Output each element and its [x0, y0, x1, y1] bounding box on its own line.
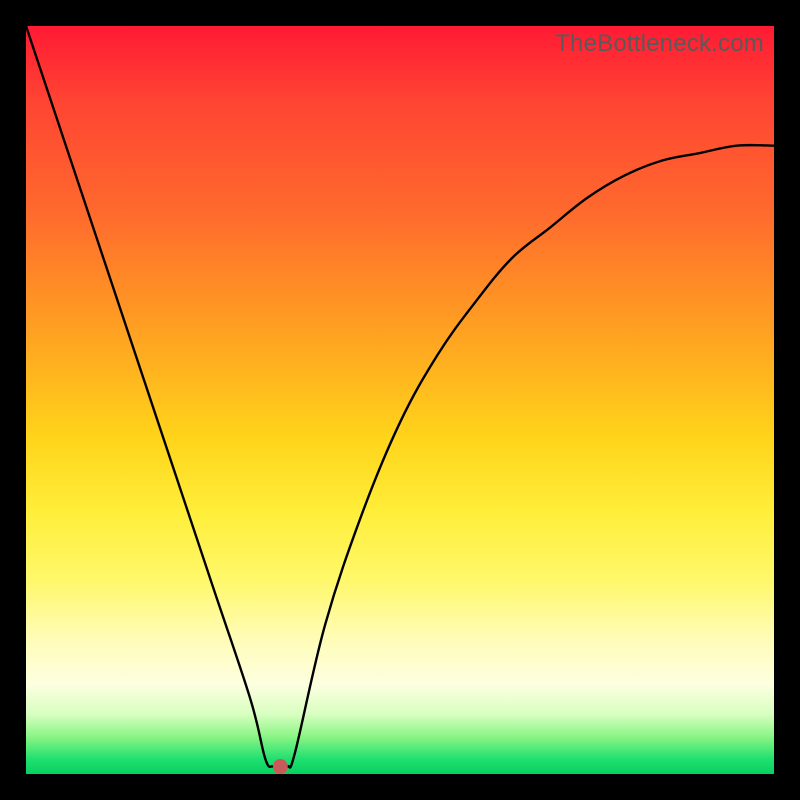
- plot-area: TheBottleneck.com: [26, 26, 774, 774]
- bottleneck-curve: [26, 26, 774, 768]
- watermark-text: TheBottleneck.com: [555, 30, 764, 58]
- chart-frame: TheBottleneck.com: [0, 0, 800, 800]
- curve-layer: [26, 26, 774, 774]
- optimal-point-marker: [273, 760, 287, 774]
